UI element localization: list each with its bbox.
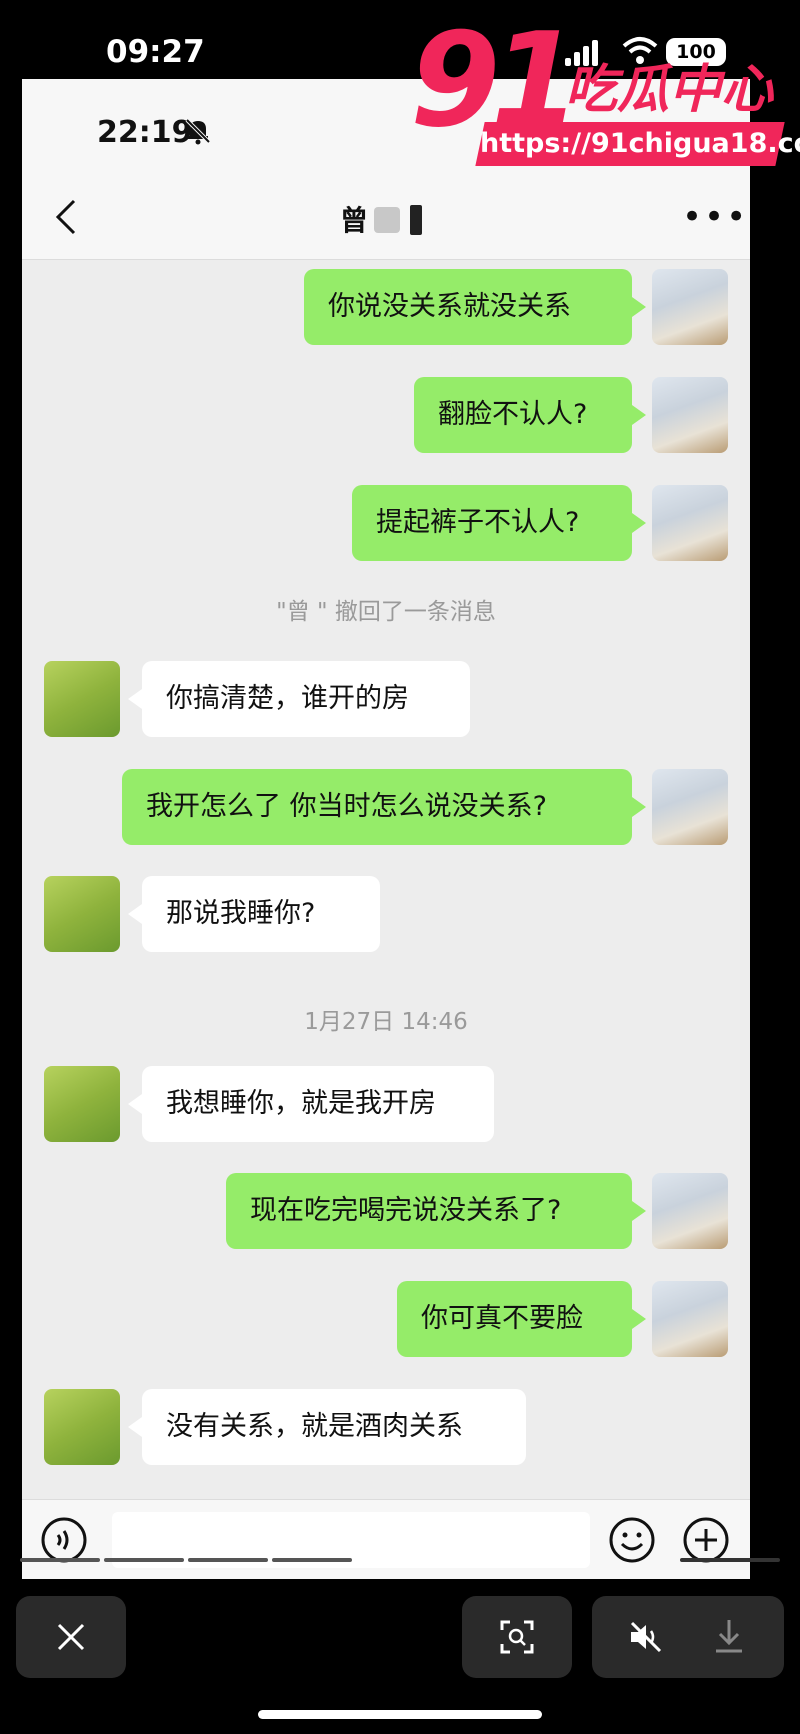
- bell-mute-icon: [185, 118, 211, 145]
- message-bubble[interactable]: 我开怎么了 你当时怎么说没关系?: [122, 769, 646, 845]
- scan-icon: [500, 1620, 534, 1654]
- watermark-brand: 吃瓜中心: [565, 60, 774, 120]
- redacted-name-2: [410, 205, 422, 235]
- media-controls: [592, 1596, 784, 1678]
- story-progress: [20, 1558, 780, 1563]
- outer-status-time: 09:27: [106, 34, 205, 70]
- close-icon: [57, 1623, 85, 1651]
- recall-notice: "曾 " 撤回了一条消息: [276, 599, 496, 625]
- mute-icon[interactable]: [628, 1620, 664, 1654]
- message-bubble[interactable]: 翻脸不认人?: [414, 377, 646, 453]
- message-bubble[interactable]: 你说没关系就没关系: [304, 269, 646, 345]
- my-avatar[interactable]: [652, 377, 728, 453]
- my-avatar[interactable]: [652, 1281, 728, 1357]
- chat-title: 曾: [340, 204, 369, 237]
- plus-icon[interactable]: [682, 1516, 730, 1564]
- message-bubble[interactable]: 提起裤子不认人?: [352, 485, 646, 561]
- message-bubble[interactable]: 我想睡你，就是我开房: [128, 1066, 494, 1142]
- watermark-url: https://91chigua18.com: [475, 122, 800, 166]
- my-avatar[interactable]: [652, 1173, 728, 1249]
- contact-avatar[interactable]: [44, 1066, 120, 1142]
- message-bubble[interactable]: 现在吃完喝完说没关系了?: [226, 1173, 646, 1249]
- home-indicator: [258, 1710, 542, 1719]
- contact-avatar[interactable]: [44, 1389, 120, 1465]
- more-icon[interactable]: •••: [682, 197, 748, 237]
- my-avatar[interactable]: [652, 769, 728, 845]
- back-icon[interactable]: [52, 197, 80, 237]
- inner-status-time: 22:19: [97, 115, 193, 150]
- voice-icon[interactable]: [40, 1516, 88, 1564]
- chat-timestamp: 1月27日 14:46: [304, 1009, 468, 1035]
- scan-button[interactable]: [462, 1596, 572, 1678]
- chat-input-bar: [22, 1499, 750, 1579]
- watermark-url-text: https://91chigua18.com: [480, 128, 800, 159]
- close-button[interactable]: [16, 1596, 126, 1678]
- redacted-name: [374, 207, 400, 233]
- contact-avatar[interactable]: [44, 661, 120, 737]
- message-bubble[interactable]: 你搞清楚，谁开的房: [128, 661, 470, 737]
- emoji-icon[interactable]: [608, 1516, 656, 1564]
- message-bubble[interactable]: 你可真不要脸: [397, 1281, 646, 1357]
- download-icon[interactable]: [712, 1618, 746, 1654]
- chat-screenshot: 22:19 曾 ••• 你说没关系就没关系 翻脸不认人? 提起裤子不认人? "曾…: [22, 79, 750, 1579]
- my-avatar[interactable]: [652, 269, 728, 345]
- contact-avatar[interactable]: [44, 876, 120, 952]
- message-bubble[interactable]: 那说我睡你?: [128, 876, 380, 952]
- my-avatar[interactable]: [652, 485, 728, 561]
- message-bubble[interactable]: 没有关系，就是酒肉关系: [128, 1389, 526, 1465]
